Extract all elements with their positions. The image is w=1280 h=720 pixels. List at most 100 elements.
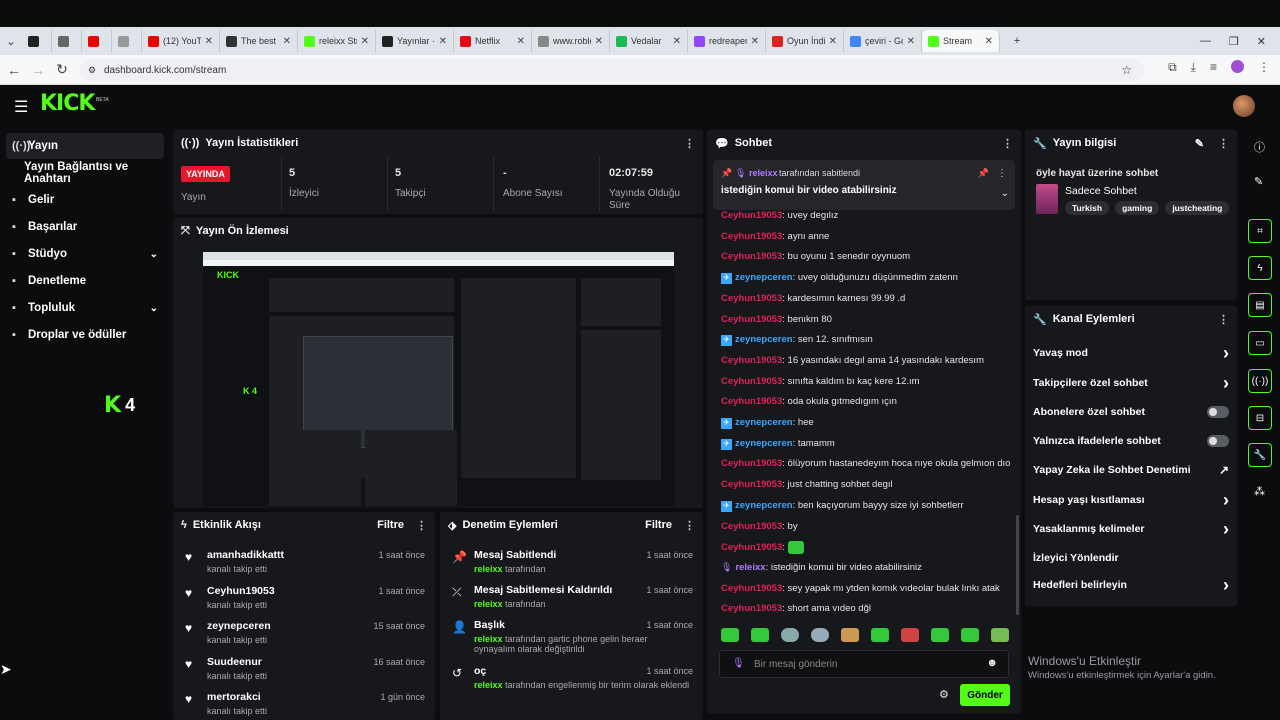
restore-icon[interactable]: ❐ bbox=[1229, 35, 1239, 48]
tab-close-icon[interactable]: ✕ bbox=[283, 36, 291, 47]
send-button[interactable]: Gönder bbox=[960, 684, 1010, 706]
emote-icon[interactable] bbox=[751, 628, 769, 642]
emote-icon[interactable] bbox=[991, 628, 1009, 642]
chat-username[interactable]: Ceyhun19053 bbox=[721, 210, 782, 221]
channel-action-item[interactable]: Takipçilere özel sohbet › bbox=[1033, 372, 1229, 394]
activity-user[interactable]: zeynepceren bbox=[207, 620, 271, 632]
browser-menu-icon[interactable]: ⋮ bbox=[1258, 60, 1270, 75]
site-info-icon[interactable]: ⚙ bbox=[88, 65, 96, 76]
wrench-tool-icon[interactable]: 🔧 bbox=[1248, 443, 1272, 467]
tab-close-icon[interactable]: ✕ bbox=[751, 36, 759, 47]
browser-tab[interactable]: The best Ch ✕ bbox=[220, 30, 298, 52]
activity-user[interactable]: mertorakci bbox=[207, 691, 261, 703]
sidebar-item[interactable]: ((·)) Yayın bbox=[6, 133, 164, 159]
add-widget-icon[interactable]: ⁂ bbox=[1254, 485, 1265, 498]
chat-username[interactable]: Ceyhun19053 bbox=[721, 603, 782, 614]
stream-tag[interactable]: Turkish bbox=[1065, 201, 1110, 215]
activity-menu-icon[interactable]: ⋮ bbox=[416, 519, 427, 532]
chevron-down-icon[interactable]: ⌄ bbox=[150, 303, 158, 314]
chat-username[interactable]: Ceyhun19053 bbox=[721, 231, 782, 242]
back-icon[interactable]: ← bbox=[2, 62, 26, 78]
activity-user[interactable]: Ceyhun19053 bbox=[207, 585, 275, 597]
activity-user[interactable]: amanhadikkattt bbox=[207, 549, 284, 561]
sidebar-item[interactable]: ▪ Droplar ve ödüller bbox=[6, 322, 164, 348]
browser-tab[interactable]: Yayınlar · ba ✕ bbox=[376, 30, 454, 52]
browser-tab[interactable]: Stream ✕ bbox=[922, 30, 1000, 52]
activity-user[interactable]: Suudeenur bbox=[207, 656, 262, 668]
document-icon[interactable]: ▤ bbox=[1248, 293, 1272, 317]
info-icon[interactable]: ⓘ bbox=[1254, 139, 1265, 155]
sidebar-item[interactable]: ▪ Stüdyo ⌄ bbox=[6, 241, 164, 267]
emote-icon[interactable] bbox=[901, 628, 919, 642]
channel-actions-menu-icon[interactable]: ⋮ bbox=[1218, 313, 1229, 326]
extensions-icon[interactable]: ⧉ bbox=[1168, 60, 1177, 75]
browser-tab[interactable] bbox=[82, 30, 112, 52]
moderation-menu-icon[interactable]: ⋮ bbox=[684, 519, 695, 532]
chat-settings-icon[interactable]: ⚙ bbox=[939, 688, 949, 701]
chat-username[interactable]: Ceyhun19053 bbox=[721, 376, 782, 387]
channel-action-item[interactable]: Hedefleri belirleyin › bbox=[1033, 574, 1229, 596]
browser-tab[interactable]: çeviri - Goo ✕ bbox=[844, 30, 922, 52]
sidebar-item[interactable]: ▪ Denetleme bbox=[6, 268, 164, 294]
browser-tab[interactable]: www.roblox ✕ bbox=[532, 30, 610, 52]
chat-username[interactable]: zeynepceren bbox=[735, 438, 793, 449]
layout-icon[interactable]: ⊟ bbox=[1248, 406, 1272, 430]
chevron-down-icon[interactable]: ⌄ bbox=[150, 249, 158, 260]
chat-username[interactable]: zeynepceren bbox=[735, 500, 793, 511]
browser-tab[interactable]: (12) YouTub ✕ bbox=[142, 30, 220, 52]
tab-close-icon[interactable]: ✕ bbox=[907, 36, 915, 47]
browser-tab[interactable]: Vedalar ✕ bbox=[610, 30, 688, 52]
chat-username[interactable]: Ceyhun19053 bbox=[721, 314, 782, 325]
chat-username[interactable]: Ceyhun19053 bbox=[721, 583, 782, 594]
download-icon[interactable]: ⤓ bbox=[1191, 60, 1196, 75]
moderation-filter[interactable]: Filtre bbox=[645, 519, 672, 531]
chat-menu-icon[interactable]: ⋮ bbox=[1002, 137, 1013, 150]
preview-video[interactable]: KICK K 4 bbox=[203, 252, 674, 507]
chat-username[interactable]: zeynepceren bbox=[735, 272, 793, 283]
chat-input[interactable]: 🎙 Bir mesaj gönderin ☻ bbox=[719, 650, 1009, 678]
new-tab-button[interactable]: + bbox=[1006, 30, 1028, 52]
pencil-icon[interactable]: ✎ bbox=[1254, 175, 1263, 188]
activity-filter[interactable]: Filtre bbox=[377, 519, 404, 531]
chat-username[interactable]: Ceyhun19053 bbox=[721, 521, 782, 532]
tab-close-icon[interactable]: ✕ bbox=[205, 36, 213, 47]
pinned-message[interactable]: 📌 🎙 releixx tarafından sabitlendi istedi… bbox=[713, 160, 1015, 210]
browser-tab[interactable] bbox=[112, 30, 142, 52]
moderation-user[interactable]: releixx bbox=[474, 599, 503, 609]
browser-tab[interactable]: releixx Strea ✕ bbox=[298, 30, 376, 52]
channel-action-item[interactable]: Yavaş mod › bbox=[1033, 342, 1229, 364]
browser-tab[interactable]: Oyun İndir ✕ bbox=[766, 30, 844, 52]
chat-username[interactable]: Ceyhun19053 bbox=[721, 293, 782, 304]
stream-tag[interactable]: gaming bbox=[1115, 201, 1160, 215]
emoji-icon[interactable]: ☻ bbox=[986, 657, 998, 669]
sidebar-item[interactable]: ▪ Gelir bbox=[6, 187, 164, 213]
tab-close-icon[interactable]: ✕ bbox=[595, 36, 603, 47]
close-window-icon[interactable]: ✕ bbox=[1257, 35, 1266, 48]
unpin-icon[interactable]: 📌 bbox=[978, 168, 989, 179]
channel-action-item[interactable]: Yalnızca ifadelerle sohbet bbox=[1033, 430, 1229, 452]
chat-username[interactable]: Ceyhun19053 bbox=[721, 396, 782, 407]
forward-icon[interactable]: → bbox=[26, 62, 50, 78]
edit-icon[interactable]: ✎ bbox=[1195, 137, 1204, 150]
media-icon[interactable]: ≡ bbox=[1210, 60, 1217, 75]
emote-icon[interactable] bbox=[811, 628, 829, 642]
emote-icon[interactable] bbox=[841, 628, 859, 642]
browser-tab[interactable] bbox=[22, 30, 52, 52]
emote-icon[interactable] bbox=[781, 628, 799, 642]
toggle-switch[interactable] bbox=[1207, 406, 1229, 418]
bolt-tool-icon[interactable]: ϟ bbox=[1248, 256, 1272, 280]
chat-username[interactable]: zeynepceren bbox=[735, 417, 793, 428]
broadcast-icon[interactable]: ((·)) bbox=[1248, 369, 1272, 393]
tab-close-icon[interactable]: ✕ bbox=[985, 36, 993, 47]
url-field[interactable]: ⚙ dashboard.kick.com/stream ☆ bbox=[80, 59, 1144, 81]
browser-tab[interactable] bbox=[52, 30, 82, 52]
tab-close-icon[interactable]: ✕ bbox=[517, 36, 525, 47]
toggle-switch[interactable] bbox=[1207, 435, 1229, 447]
tab-search-icon[interactable]: ⌄ bbox=[0, 30, 22, 52]
moderation-user[interactable]: releixx bbox=[474, 680, 503, 690]
user-avatar[interactable] bbox=[1233, 95, 1255, 117]
pinned-expand-icon[interactable]: ⌄ bbox=[1001, 188, 1009, 199]
stream-tag[interactable]: justcheating bbox=[1165, 201, 1230, 215]
channel-action-item[interactable]: Hesap yaşı kısıtlaması › bbox=[1033, 489, 1229, 511]
chat-username[interactable]: Ceyhun19053 bbox=[721, 251, 782, 262]
